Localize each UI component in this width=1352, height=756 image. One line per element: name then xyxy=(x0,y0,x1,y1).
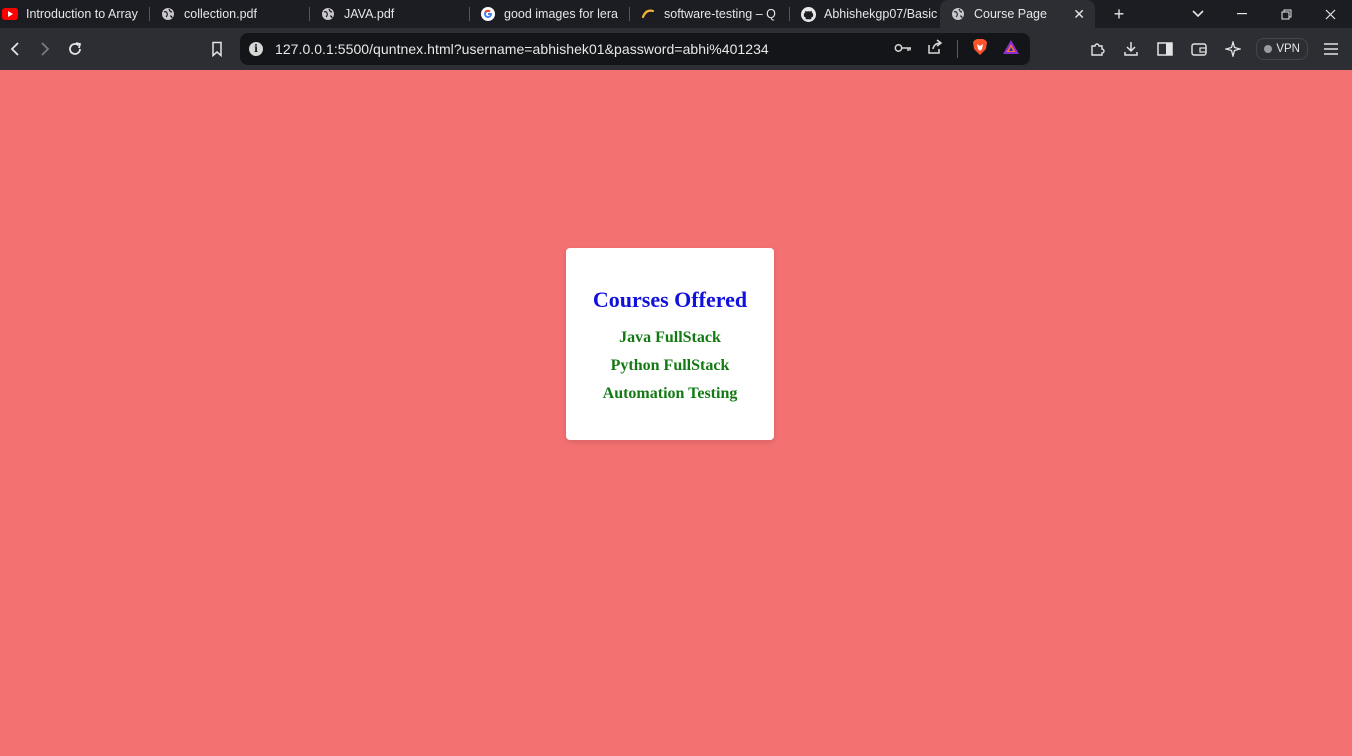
toolbar-right: VPN xyxy=(1082,34,1346,64)
tab-label: Introduction to Array xyxy=(26,7,138,21)
globe-icon xyxy=(160,6,176,22)
window-controls xyxy=(1176,0,1352,28)
reload-icon[interactable] xyxy=(60,34,90,64)
download-icon[interactable] xyxy=(1116,34,1146,64)
tab-course-page[interactable]: Course Page ✕ xyxy=(940,0,1095,28)
divider xyxy=(957,40,958,58)
address-bar[interactable]: i 127.0.0.1:5500/quntnex.html?username=a… xyxy=(240,33,1030,65)
course-item-automation-testing: Automation Testing xyxy=(602,385,738,402)
courses-title: Courses Offered xyxy=(592,287,748,312)
vpn-status-icon xyxy=(1264,45,1273,53)
brave-rewards-icon[interactable] xyxy=(1002,39,1020,60)
browser-toolbar: i 127.0.0.1:5500/quntnex.html?username=a… xyxy=(0,28,1352,70)
bookmark-icon[interactable] xyxy=(202,34,232,64)
sidebar-icon[interactable] xyxy=(1150,34,1180,64)
tab-label: collection.pdf xyxy=(184,7,257,21)
tab-github-basic[interactable]: Abhishekgp07/Basic xyxy=(790,0,940,28)
tab-label: software-testing – Q xyxy=(664,7,776,21)
address-url[interactable]: 127.0.0.1:5500/quntnex.html?username=abh… xyxy=(275,41,769,57)
close-window-icon[interactable] xyxy=(1308,9,1352,20)
tab-strip: Introduction to Array collection.pdf JAV… xyxy=(0,0,1352,28)
tab-label: Course Page xyxy=(974,7,1047,21)
brave-shields-icon[interactable] xyxy=(972,38,988,61)
vpn-button[interactable]: VPN xyxy=(1256,38,1308,60)
course-item-python-fullstack: Python FullStack xyxy=(610,357,730,374)
tab-software-testing[interactable]: software-testing – Q xyxy=(630,0,790,28)
courses-card: Courses Offered Java FullStack Python Fu… xyxy=(566,248,774,440)
tab-label: JAVA.pdf xyxy=(344,7,395,21)
wallet-icon[interactable] xyxy=(1184,34,1214,64)
github-icon xyxy=(800,6,816,22)
tab-label: good images for lera xyxy=(504,7,618,21)
forward-icon[interactable] xyxy=(30,34,60,64)
course-list: Java FullStack Python FullStack Automati… xyxy=(566,324,774,408)
back-icon[interactable] xyxy=(0,34,30,64)
tab-label: Abhishekgp07/Basic xyxy=(824,7,938,21)
link-icon xyxy=(640,6,656,22)
tab-collection-pdf[interactable]: collection.pdf xyxy=(150,0,310,28)
tab-search-chevron-icon[interactable] xyxy=(1176,10,1220,18)
key-icon[interactable] xyxy=(894,40,912,58)
google-icon xyxy=(480,6,496,22)
site-info-icon[interactable]: i xyxy=(249,42,263,56)
tab-introduction-to-array[interactable]: Introduction to Array xyxy=(0,0,150,28)
close-tab-icon[interactable]: ✕ xyxy=(1073,6,1085,23)
vpn-label: VPN xyxy=(1276,43,1300,55)
share-icon[interactable] xyxy=(926,38,943,60)
leo-ai-icon[interactable] xyxy=(1218,34,1248,64)
menu-icon[interactable] xyxy=(1316,34,1346,64)
globe-icon xyxy=(320,6,336,22)
tab-java-pdf[interactable]: JAVA.pdf xyxy=(310,0,470,28)
restore-icon[interactable] xyxy=(1264,9,1308,20)
new-tab-button[interactable]: + xyxy=(1109,4,1129,25)
minimize-icon[interactable] xyxy=(1220,13,1264,15)
extensions-icon[interactable] xyxy=(1082,34,1112,64)
tab-good-images[interactable]: good images for lera xyxy=(470,0,630,28)
globe-icon xyxy=(950,6,966,22)
course-item-java-fullstack: Java FullStack xyxy=(619,329,721,346)
youtube-icon xyxy=(2,6,18,22)
address-bar-actions xyxy=(894,33,1020,65)
